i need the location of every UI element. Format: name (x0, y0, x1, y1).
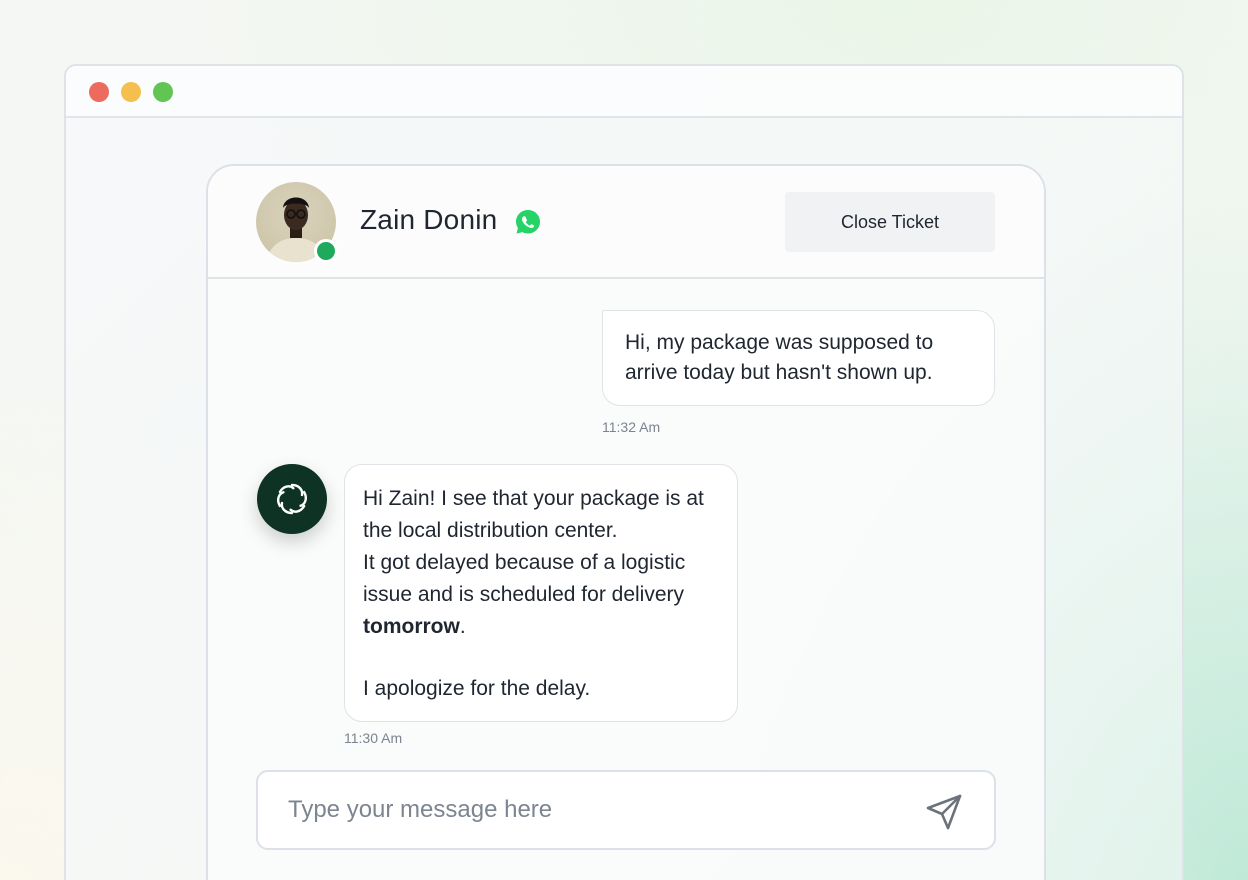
chat-panel: Zain Donin Close Ticket Hi, my package w… (206, 164, 1046, 880)
bot-message-line: Hi Zain! I see that your package is at t… (363, 487, 704, 542)
browser-window: Zain Donin Close Ticket Hi, my package w… (64, 64, 1184, 880)
bot-avatar (257, 464, 327, 534)
bot-message-line-text: It got delayed because of a logistic iss… (363, 551, 686, 606)
bot-message-line: It got delayed because of a logistic iss… (363, 547, 719, 643)
window-titlebar (66, 66, 1182, 118)
bot-message-punctuation: . (459, 615, 466, 638)
whatsapp-icon (516, 210, 540, 234)
ai-assistant-logo-icon (277, 483, 307, 515)
message-composer (256, 770, 996, 850)
online-status-indicator (314, 239, 338, 263)
close-window-button[interactable] (89, 82, 109, 102)
message-input[interactable] (288, 790, 888, 830)
minimize-window-button[interactable] (121, 82, 141, 102)
send-button[interactable] (922, 790, 966, 834)
user-message-bubble: Hi, my package was supposed to arrive to… (602, 310, 995, 406)
close-ticket-button[interactable]: Close Ticket (785, 192, 995, 252)
contact-name: Zain Donin (360, 204, 498, 235)
bot-message-bold-text: tomorrow (363, 615, 460, 638)
chat-header: Zain Donin Close Ticket (208, 166, 1044, 279)
bot-message-bubble: Hi Zain! I see that your package is at t… (344, 464, 738, 722)
bot-message-line: I apologize for the delay. (363, 677, 591, 700)
send-icon (926, 794, 962, 830)
maximize-window-button[interactable] (153, 82, 173, 102)
user-message-text: Hi, my package was supposed to arrive to… (625, 331, 934, 384)
bot-message-timestamp: 11:30 Am (344, 730, 403, 746)
user-message-timestamp: 11:32 Am (602, 419, 661, 435)
